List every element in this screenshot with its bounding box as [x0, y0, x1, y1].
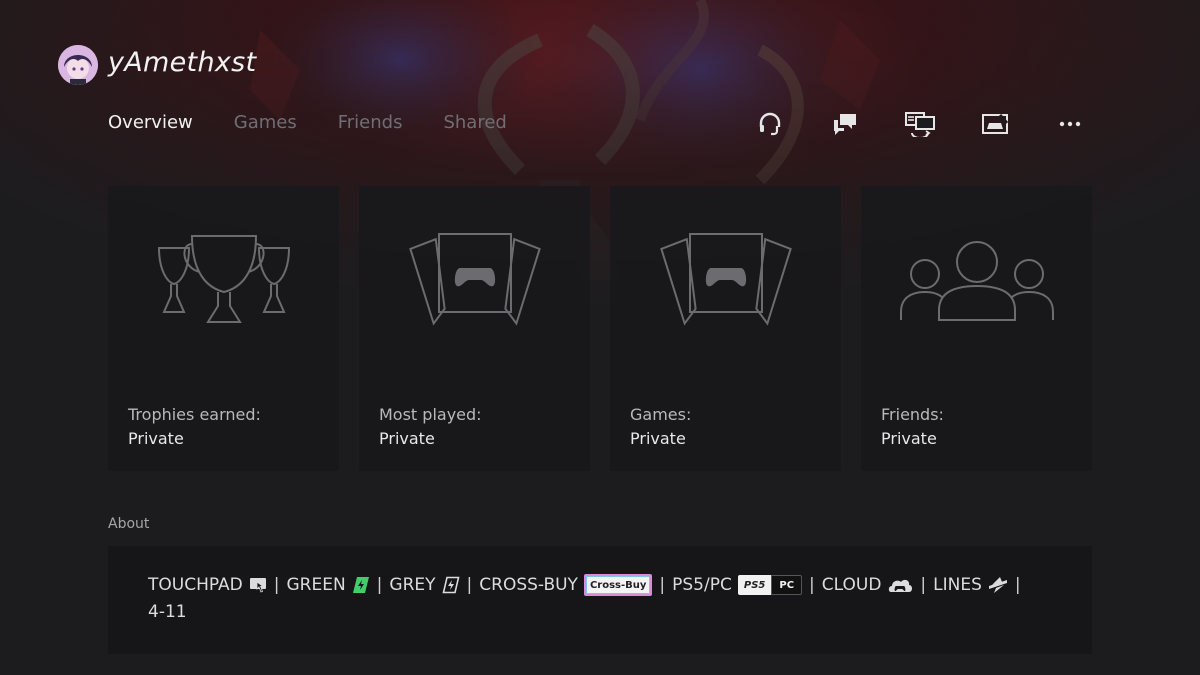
card-value: Private: [630, 429, 686, 448]
cross-buy-badge: Cross-Buy: [583, 574, 653, 596]
username: yAmethxst: [108, 47, 257, 78]
card-label: Trophies earned:: [128, 405, 261, 424]
profile-screen: yAmethxst Overview Games Friends Shared: [0, 0, 1200, 675]
about-item-grey: GREY: [389, 575, 436, 595]
touchpad-icon: [249, 576, 267, 594]
card-value: Private: [128, 429, 184, 448]
tab-shared[interactable]: Shared: [443, 112, 506, 133]
about-box: TOUCHPAD | GREEN | GREY | CROSS-BUY Cros…: [108, 546, 1092, 654]
share-screen-button[interactable]: [900, 109, 940, 139]
ps5-pc-badge: PS5 PC: [737, 575, 803, 595]
ps5-badge-label: PS5: [737, 575, 772, 595]
more-options-icon: [1059, 121, 1081, 127]
about-item-cloud: CLOUD: [821, 575, 882, 595]
card-label: Most played:: [379, 405, 482, 424]
game-cards-icon: [408, 233, 541, 326]
about-item-ps5pc: PS5/PC: [672, 575, 732, 595]
remote-play-button[interactable]: [975, 109, 1015, 139]
about-item-lines: LINES: [933, 575, 982, 595]
separator: |: [1014, 575, 1021, 595]
about-heading: About: [108, 516, 150, 532]
about-text-line2: 4-11: [148, 602, 187, 622]
profile-actions: [750, 109, 1090, 139]
friends-icon: [899, 241, 1054, 321]
remote-play-icon: [982, 114, 1009, 134]
more-options-button[interactable]: [1050, 109, 1090, 139]
share-screen-icon: [905, 112, 935, 137]
card-value: Private: [379, 429, 435, 448]
separator: |: [809, 575, 815, 595]
tab-friends[interactable]: Friends: [338, 112, 403, 133]
message-button[interactable]: [825, 109, 865, 139]
avatar[interactable]: [58, 45, 98, 85]
grey-lightning-icon: [442, 576, 460, 594]
about-text: TOUCHPAD | GREEN | GREY | CROSS-BUY Cros…: [148, 574, 1028, 596]
separator: |: [273, 575, 280, 595]
card-value: Private: [881, 429, 937, 448]
about-item-green: GREEN: [286, 575, 346, 595]
card-label: Games:: [630, 405, 692, 424]
green-lightning-icon: [352, 576, 370, 594]
cloud-icon: [887, 576, 913, 594]
card-trophies[interactable]: Trophies earned: Private: [108, 186, 339, 471]
separator: |: [659, 575, 666, 595]
game-cards-icon: [659, 233, 792, 326]
card-friends[interactable]: Friends: Private: [861, 186, 1092, 471]
pc-badge-label: PC: [771, 575, 803, 595]
about-item-crossbuy: CROSS-BUY: [479, 575, 578, 595]
lines-icon: [988, 576, 1008, 594]
chat-bubbles-icon: [834, 114, 856, 135]
profile-tabs: Overview Games Friends Shared: [108, 112, 548, 133]
avatar-image: [58, 45, 98, 85]
separator: |: [376, 575, 383, 595]
tab-games[interactable]: Games: [234, 112, 297, 133]
card-most-played[interactable]: Most played: Private: [359, 186, 590, 471]
voice-chat-button[interactable]: [750, 109, 790, 139]
separator: |: [466, 575, 473, 595]
headset-icon: [759, 112, 781, 136]
card-label: Friends:: [881, 405, 944, 424]
separator: |: [920, 575, 927, 595]
card-games[interactable]: Games: Private: [610, 186, 841, 471]
tab-overview[interactable]: Overview: [108, 112, 193, 133]
about-item-touchpad: TOUCHPAD: [148, 575, 243, 595]
trophies-icon: [157, 235, 290, 323]
